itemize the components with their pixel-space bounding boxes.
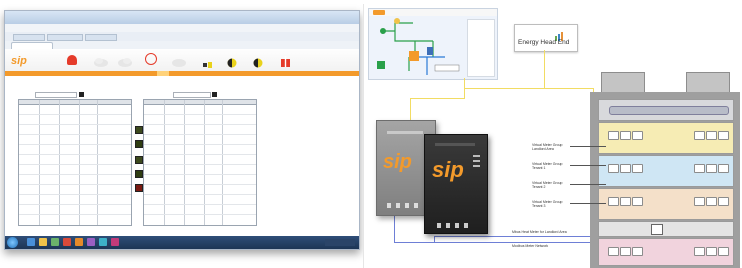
leader-line	[570, 203, 606, 204]
electricity-meter	[632, 164, 643, 173]
electricity-meter	[608, 164, 619, 173]
electricity-meter	[620, 197, 631, 206]
windows-taskbar	[5, 236, 359, 249]
sip-panel-dark: sip	[424, 134, 488, 234]
taskbar-app-icon[interactable]	[87, 238, 95, 246]
system-diagram: Energy Head End sip sip Virtual Meter Gr…	[363, 4, 742, 268]
heat-meter	[651, 224, 663, 235]
transfer-button[interactable]	[135, 170, 143, 178]
taskbar-app-icon[interactable]	[99, 238, 107, 246]
electricity-meter	[694, 131, 705, 140]
app-content	[5, 76, 359, 236]
side-panel	[467, 19, 495, 77]
electricity-meter	[620, 164, 631, 173]
transfer-button[interactable]	[135, 126, 143, 134]
electricity-meter	[718, 197, 729, 206]
taskbar-app-icon[interactable]	[51, 238, 59, 246]
mbus-label: Mbus Heat Meter for Landlord Area	[512, 230, 567, 234]
terminal-row	[437, 215, 475, 228]
modbus-label: Modbus Meter Network	[512, 244, 549, 248]
cloud-icon[interactable]	[117, 54, 133, 67]
browser-tab-strip	[5, 41, 359, 50]
electricity-meter	[620, 247, 631, 256]
floor-group-label: Virtual Meter Group Tenant 3	[532, 200, 563, 208]
taskbar-app-icon[interactable]	[27, 238, 35, 246]
svg-text:sip: sip	[11, 55, 27, 67]
sip-panel-logo: sip	[432, 157, 464, 182]
half-circle-icon[interactable]	[253, 55, 263, 68]
electricity-meter	[718, 247, 729, 256]
electricity-meter	[706, 247, 717, 256]
distribution-bar	[609, 106, 729, 115]
app-header: sip	[5, 49, 359, 71]
modbus-cable	[394, 214, 395, 242]
cloud-icon[interactable]	[171, 54, 187, 67]
yellow-cable	[410, 98, 465, 99]
leader-line	[570, 146, 606, 147]
electricity-meter	[608, 197, 619, 206]
taskbar-app-icon[interactable]	[111, 238, 119, 246]
taskbar-app-icon[interactable]	[63, 238, 71, 246]
taskbar-app-icon[interactable]	[75, 238, 83, 246]
alarm-icon[interactable]	[67, 55, 77, 65]
energy-head-end-box: Energy Head End	[514, 24, 578, 52]
electricity-meter	[608, 247, 619, 256]
electricity-meter	[632, 131, 643, 140]
leader-line	[570, 184, 606, 185]
go-button[interactable]	[79, 92, 84, 97]
chart-icon	[555, 28, 565, 41]
bookmark-item[interactable]	[13, 34, 45, 41]
transfer-button[interactable]	[135, 184, 143, 192]
electricity-meter	[706, 131, 717, 140]
bookmark-item[interactable]	[85, 34, 117, 41]
yellow-cable	[464, 88, 594, 89]
electricity-meter	[694, 247, 705, 256]
go-button[interactable]	[212, 92, 217, 97]
browser-titlebar	[5, 11, 359, 24]
electricity-meter	[718, 131, 729, 140]
sip-logo: sip	[11, 53, 37, 67]
electricity-meter	[718, 164, 729, 173]
electricity-meter	[694, 164, 705, 173]
floor-plant	[598, 221, 734, 237]
electricity-meter	[608, 131, 619, 140]
half-circle-icon[interactable]	[227, 55, 237, 68]
software-screenshot: sip	[4, 10, 360, 250]
yellow-cable	[544, 50, 545, 88]
status-leds	[473, 155, 481, 169]
taskbar-app-icon[interactable]	[39, 238, 47, 246]
network-schematic	[377, 18, 460, 75]
filter-dropdown[interactable]	[35, 92, 77, 98]
electricity-meter	[632, 197, 643, 206]
meter-table-right	[143, 99, 257, 226]
sip-logo	[373, 10, 385, 15]
yellow-cable	[410, 98, 411, 122]
building	[590, 92, 740, 268]
filter-dropdown[interactable]	[173, 92, 211, 98]
electricity-meter	[620, 131, 631, 140]
floor-group-label: Virtual Meter Group Tenant 1	[532, 162, 563, 170]
transfer-button[interactable]	[135, 156, 143, 164]
floor-group-label: Virtual Meter Group Landlord Area	[532, 143, 563, 151]
dashboard-thumbnail	[368, 8, 498, 80]
system-tray	[325, 239, 355, 246]
floor-group-label: Virtual Meter Group Tenant 2	[532, 181, 563, 189]
electricity-meter	[694, 197, 705, 206]
cloud-icon[interactable]	[93, 54, 109, 67]
meter-table-left	[18, 99, 132, 226]
floor-plant-room	[598, 99, 734, 121]
leader-line	[570, 165, 606, 166]
sip-panel-logo: sip	[383, 151, 412, 173]
power-icon[interactable]	[145, 53, 157, 65]
electricity-meter	[706, 164, 717, 173]
transfer-button[interactable]	[135, 140, 143, 148]
start-button[interactable]	[7, 237, 18, 248]
bookmark-item[interactable]	[47, 34, 83, 41]
gift-icon[interactable]	[281, 54, 290, 67]
head-end-label: Energy Head End	[518, 39, 570, 46]
electricity-meter	[632, 247, 643, 256]
gauge-icon[interactable]	[203, 56, 213, 68]
electricity-meter	[706, 197, 717, 206]
terminal-row	[387, 195, 425, 208]
